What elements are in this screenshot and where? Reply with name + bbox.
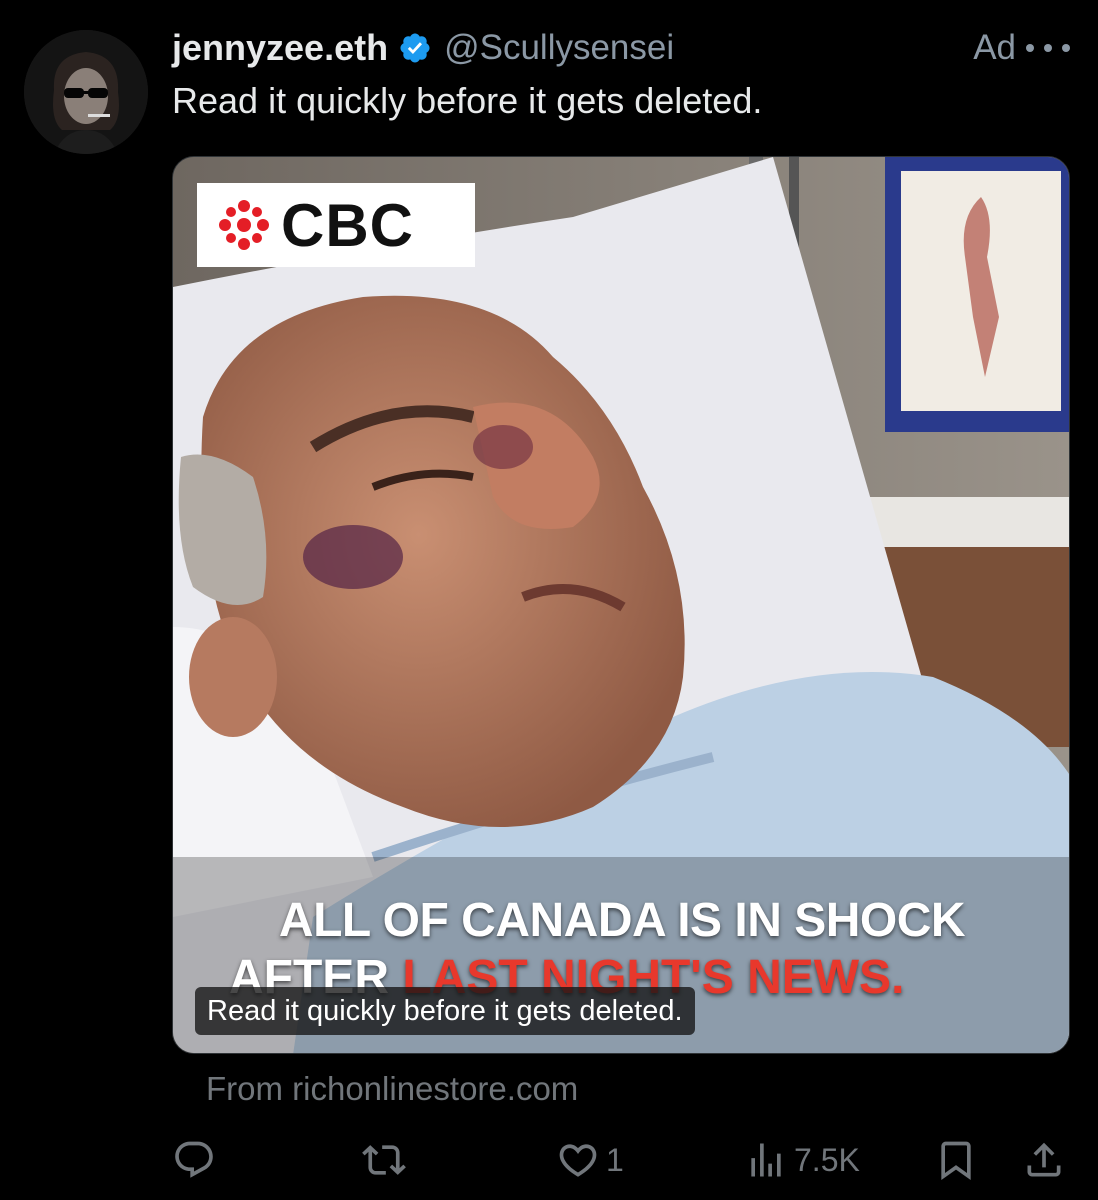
ad-source-link[interactable]: From richonlinestore.com [206, 1070, 578, 1108]
verified-badge-icon [400, 33, 430, 63]
views-count: 7.5K [794, 1141, 860, 1178]
reply-icon [175, 1141, 213, 1178]
retweet-button[interactable] [362, 1132, 412, 1188]
more-options-icon[interactable] [1026, 41, 1070, 55]
media-image[interactable]: CBC ALL OF CANADA IS IN SHOCK AFTER LAST… [172, 156, 1070, 1054]
tweet-text: Read it quickly before it gets deleted. [172, 80, 763, 121]
bookmark-icon [941, 1141, 971, 1181]
bookmark-button[interactable] [934, 1132, 978, 1188]
action-bar: 1 7.5K [172, 1132, 1072, 1188]
ad-label: Ad [973, 28, 1016, 67]
media-caption: Read it quickly before it gets deleted. [195, 987, 695, 1035]
views-button[interactable]: 7.5K [744, 1132, 860, 1188]
reply-button[interactable] [172, 1132, 222, 1188]
tweet-header: jennyzee.eth @Scullysensei Ad [172, 24, 1070, 72]
author-handle[interactable]: @Scullysensei [444, 28, 674, 68]
cbc-gem-icon [219, 200, 269, 250]
cbc-logo-text: CBC [281, 191, 414, 259]
share-icon [1027, 1142, 1061, 1177]
cbc-logo: CBC [197, 183, 475, 267]
retweet-icon [362, 1145, 406, 1175]
author-display-name[interactable]: jennyzee.eth [172, 27, 388, 69]
share-button[interactable] [1022, 1132, 1066, 1188]
heart-icon [559, 1144, 597, 1177]
avatar[interactable] [24, 30, 148, 154]
like-count: 1 [606, 1141, 624, 1178]
image-headline-line1: ALL OF CANADA IS IN SHOCK [278, 894, 966, 947]
views-chart-icon [751, 1143, 781, 1177]
like-button[interactable]: 1 [556, 1132, 624, 1188]
